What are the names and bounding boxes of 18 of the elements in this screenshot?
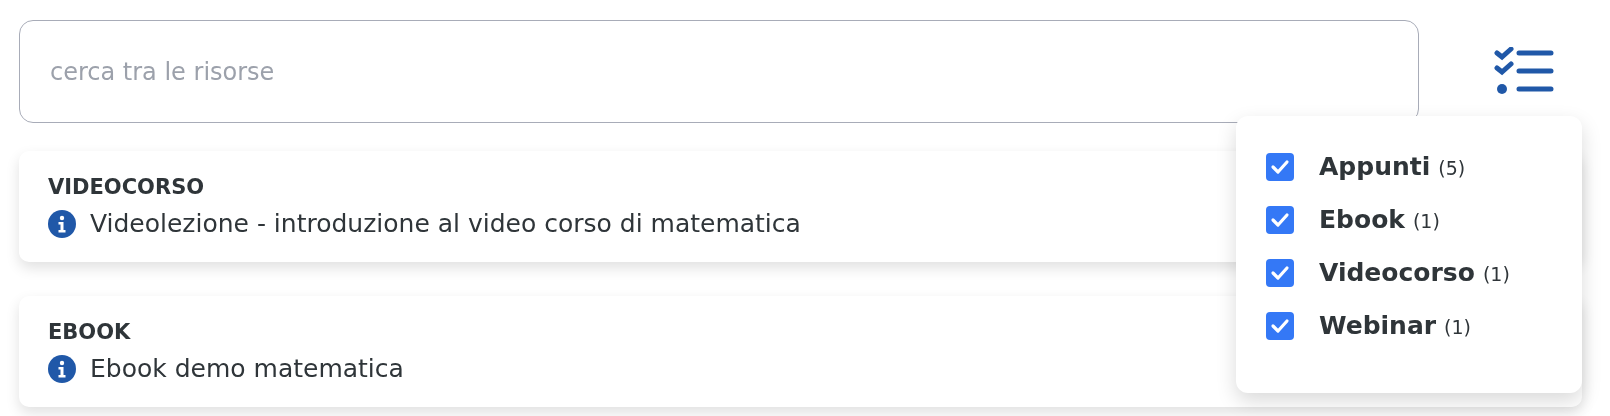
filter-count: (1) xyxy=(1482,263,1510,285)
resource-type: VIDEOCORSO xyxy=(48,175,205,199)
info-icon xyxy=(48,209,76,238)
checkbox[interactable] xyxy=(1266,311,1294,340)
resource-title: Videolezione - introduzione al video corso di matematica xyxy=(90,209,801,238)
resource-type: EBOOK xyxy=(48,320,131,344)
filter-name: Webinar xyxy=(1319,311,1437,340)
checkbox[interactable] xyxy=(1266,205,1294,234)
checkbox[interactable] xyxy=(1266,152,1294,181)
info-icon xyxy=(48,354,76,383)
search-field[interactable]: cerca tra le risorse xyxy=(19,20,1419,123)
resource-title: Ebook demo matematica xyxy=(90,354,404,383)
filter-name: Ebook xyxy=(1319,205,1405,234)
checkbox[interactable] xyxy=(1266,258,1294,287)
filter-count: (1) xyxy=(1444,316,1472,338)
filter-count: (1) xyxy=(1412,210,1440,232)
filter-count: (5) xyxy=(1438,157,1466,179)
filter-name: Appunti xyxy=(1319,152,1431,181)
